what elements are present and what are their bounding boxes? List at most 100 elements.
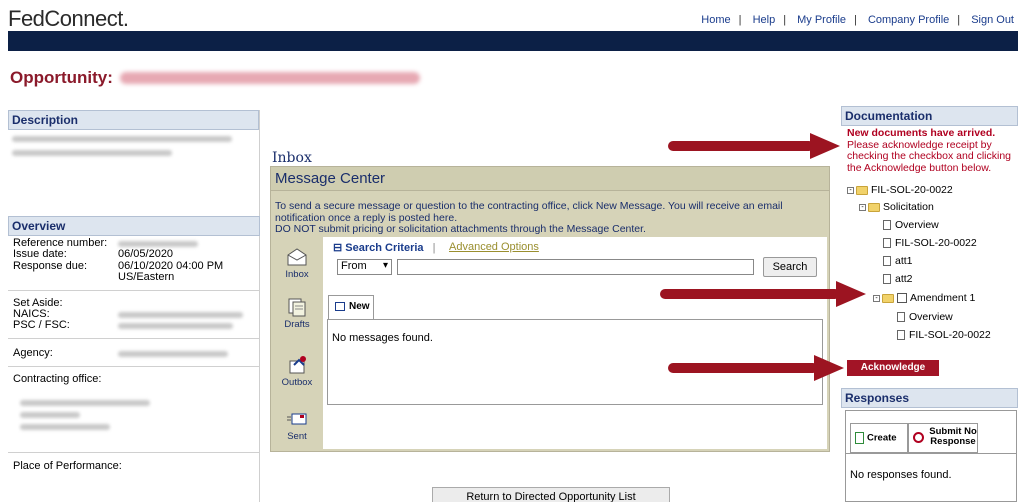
collapse-icon: - <box>859 203 866 211</box>
divider <box>8 290 260 291</box>
tree-amendment-overview[interactable]: Overview <box>897 311 953 323</box>
divider <box>846 453 1016 454</box>
search-input[interactable] <box>397 259 754 275</box>
search-button[interactable]: Search <box>763 257 817 277</box>
response-label: Response due: <box>13 260 87 272</box>
opportunity-label: Opportunity: <box>10 68 113 87</box>
naics-redacted <box>118 312 243 318</box>
document-icon <box>883 274 891 285</box>
message-center-title: Message Center <box>271 167 829 191</box>
from-select[interactable]: From ▾ <box>337 259 392 275</box>
nav-company-profile[interactable]: Company Profile <box>868 14 949 26</box>
tab-new[interactable]: New <box>328 295 374 319</box>
drafts-icon <box>288 298 306 317</box>
tree-overview[interactable]: Overview <box>883 219 939 231</box>
tree-att2-label: att2 <box>895 273 913 285</box>
folder-icon <box>868 202 880 212</box>
tree-solicitation[interactable]: - Solicitation <box>859 201 934 213</box>
create-icon <box>855 432 864 444</box>
tree-root[interactable]: - FIL-SOL-20-0022 <box>847 184 953 196</box>
acknowledge-button[interactable]: Acknowledge <box>847 360 939 376</box>
description-redacted <box>12 150 172 156</box>
tree-amendment-overview-label: Overview <box>909 311 953 323</box>
nav-my-profile[interactable]: My Profile <box>797 14 846 26</box>
overview-header: Overview <box>8 216 260 236</box>
inbox-icon <box>287 248 307 266</box>
collapse-icon: - <box>847 186 854 194</box>
outbox-icon <box>289 356 306 374</box>
contracting-label: Contracting office: <box>13 373 102 385</box>
sent-icon <box>287 413 307 425</box>
tree-amendment[interactable]: - Amendment 1 <box>873 292 975 304</box>
folder-outbox-label: Outbox <box>281 377 313 388</box>
tree-overview-label: Overview <box>895 219 939 231</box>
nav-separator: | <box>957 14 961 26</box>
folder-inbox-label: Inbox <box>285 269 309 280</box>
annotation-arrow <box>660 289 840 299</box>
acknowledge-checkbox[interactable] <box>897 293 907 304</box>
description-redacted <box>12 136 232 142</box>
divider <box>8 366 260 367</box>
nav-bar <box>8 31 1018 51</box>
message-panel: ⊟ Search Criteria | Advanced Options Fro… <box>323 237 827 449</box>
nav-home[interactable]: Home <box>701 14 730 26</box>
submit-no-line2: Response <box>930 436 976 447</box>
folder-drafts[interactable]: Drafts <box>275 297 319 330</box>
left-column: Description Overview Reference number: I… <box>8 110 260 502</box>
folder-outbox[interactable]: Outbox <box>275 355 319 388</box>
psc-redacted <box>118 323 233 329</box>
message-center-intro: To send a secure message or question to … <box>275 200 825 236</box>
folder-inbox[interactable]: Inbox <box>275 247 319 280</box>
tree-root-label: FIL-SOL-20-0022 <box>871 184 953 196</box>
document-icon <box>883 256 891 267</box>
divider <box>8 338 260 339</box>
tree-solicitation-label: Solicitation <box>883 201 934 213</box>
responses-header: Responses <box>841 388 1018 408</box>
nav-separator: | <box>854 14 857 26</box>
alert-text: Please acknowledge receipt by checking t… <box>847 138 1012 174</box>
tree-att1[interactable]: att1 <box>883 255 913 267</box>
search-criteria-toggle[interactable]: ⊟ Search Criteria | <box>333 241 435 254</box>
document-icon <box>897 330 905 341</box>
annotation-arrow <box>668 363 818 373</box>
tree-att2[interactable]: att2 <box>883 273 913 285</box>
folder-sent[interactable]: Sent <box>275 409 319 442</box>
top-nav: Home | Help | My Profile | Company Profile |… <box>701 14 1014 26</box>
folder-sent-label: Sent <box>287 431 307 442</box>
document-icon <box>883 238 891 249</box>
office-redacted <box>20 400 150 406</box>
message-list: No messages found. <box>327 319 823 405</box>
return-to-list-button[interactable]: Return to Directed Opportunity List <box>432 487 670 502</box>
intro-line: DO NOT submit pricing or solicitation at… <box>275 223 646 235</box>
place-label: Place of Performance: <box>13 460 122 472</box>
advanced-options-link[interactable]: Advanced Options <box>449 241 539 253</box>
annotation-arrowhead <box>836 281 866 307</box>
nav-help[interactable]: Help <box>753 14 776 26</box>
new-message-icon <box>335 301 345 311</box>
chevron-down-icon: ▾ <box>382 260 388 271</box>
tree-att1-label: att1 <box>895 255 913 267</box>
fedconnect-logo: FedConnect. <box>8 6 129 31</box>
psc-label: PSC / FSC: <box>13 319 70 331</box>
tree-amendment-file-label: FIL-SOL-20-0022 <box>909 329 991 341</box>
issue-value: 06/05/2020 <box>118 248 174 260</box>
office-redacted <box>20 412 80 418</box>
message-center: Message Center To send a secure message … <box>270 166 830 452</box>
document-icon <box>883 220 891 231</box>
create-response-button[interactable]: Create <box>850 423 908 453</box>
documentation-alert: New documents have arrived. Please ackno… <box>847 127 1017 174</box>
tree-file[interactable]: FIL-SOL-20-0022 <box>883 237 977 249</box>
reference-redacted <box>118 241 198 247</box>
tree-amendment-file[interactable]: FIL-SOL-20-0022 <box>897 329 991 341</box>
nav-separator: | <box>783 14 787 26</box>
submit-no-response-button[interactable]: Submit No Response <box>908 423 978 453</box>
create-label: Create <box>867 432 897 444</box>
issue-label: Issue date: <box>13 248 67 260</box>
from-select-value: From <box>341 260 367 272</box>
annotation-arrowhead <box>810 133 840 159</box>
document-icon <box>897 312 905 323</box>
tab-new-label: New <box>349 301 370 312</box>
folder-icon <box>882 293 894 303</box>
nav-sign-out[interactable]: Sign Out <box>971 14 1014 26</box>
documentation-header: Documentation <box>841 106 1018 126</box>
